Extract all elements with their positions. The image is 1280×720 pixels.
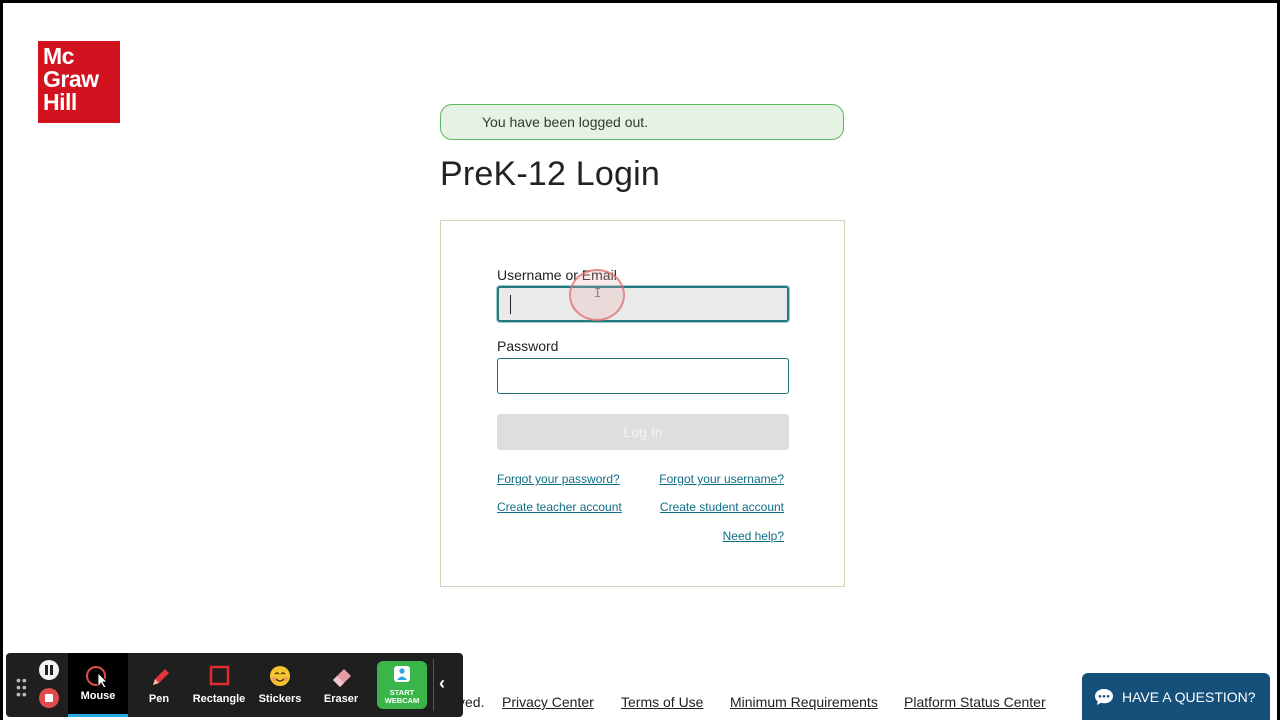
rectangle-icon [209, 665, 230, 686]
chat-bubble-icon [1095, 689, 1113, 705]
create-student-account-link[interactable]: Create student account [660, 500, 784, 514]
webcam-icon [394, 666, 410, 682]
minimum-requirements-link[interactable]: Minimum Requirements [730, 694, 878, 710]
mouse-tool-button[interactable]: Mouse [68, 653, 128, 717]
eraser-tool-label: Eraser [323, 693, 359, 705]
logo-line-3: Hill [43, 89, 77, 115]
login-button[interactable]: Log In [497, 414, 789, 450]
mcgraw-hill-logo[interactable]: Mc Graw Hill [38, 41, 120, 123]
eraser-icon [333, 669, 351, 687]
forgot-username-link[interactable]: Forgot your username? [659, 472, 784, 486]
password-label: Password [497, 338, 559, 354]
webcam-label-line-2: WEBCAM [384, 696, 420, 705]
login-card: Username or Email Password Log In Forgot… [440, 220, 845, 587]
logo-line-1: Mc [43, 43, 74, 69]
text-caret [510, 295, 511, 314]
chevron-left-icon[interactable]: ‹ [439, 673, 445, 694]
terms-of-use-link[interactable]: Terms of Use [621, 694, 703, 710]
page-title: PreK-12 Login [440, 155, 660, 193]
page: Mc Graw Hill You have been logged out. P… [0, 0, 1280, 720]
stop-button[interactable] [39, 688, 59, 708]
pen-icon [153, 669, 169, 685]
password-input[interactable] [497, 358, 789, 394]
username-input[interactable] [497, 286, 789, 322]
recording-toolbar: •• •• •• Mouse Pen Rectangle Stickers Er… [6, 653, 463, 717]
forgot-password-link[interactable]: Forgot your password? [497, 472, 620, 486]
start-webcam-button[interactable]: START WEBCAM [377, 661, 427, 709]
rectangle-tool-label: Rectangle [192, 693, 246, 705]
mouse-tool-label: Mouse [80, 690, 116, 702]
eraser-tool-button[interactable]: Eraser [311, 653, 371, 717]
pause-button[interactable] [39, 660, 59, 680]
stickers-tool-label: Stickers [258, 693, 302, 705]
have-a-question-label: HAVE A QUESTION? [1122, 689, 1256, 705]
need-help-link[interactable]: Need help? [723, 529, 784, 543]
sticker-icon [270, 666, 290, 686]
mouse-pointer-icon [86, 666, 108, 687]
toolbar-divider [433, 659, 434, 711]
privacy-center-link[interactable]: Privacy Center [502, 694, 594, 710]
have-a-question-button[interactable]: HAVE A QUESTION? [1082, 673, 1270, 720]
ibeam-cursor-icon: I [594, 286, 602, 300]
drag-handle-icon[interactable]: •• •• •• [16, 673, 28, 701]
pen-tool-button[interactable]: Pen [129, 653, 189, 717]
logout-alert: You have been logged out. [440, 104, 844, 140]
logo-line-2: Graw [43, 66, 99, 92]
stickers-tool-button[interactable]: Stickers [250, 653, 310, 717]
create-teacher-account-link[interactable]: Create teacher account [497, 500, 622, 514]
pen-tool-label: Pen [148, 693, 170, 705]
platform-status-center-link[interactable]: Platform Status Center [904, 694, 1046, 710]
rectangle-tool-button[interactable]: Rectangle [189, 653, 249, 717]
